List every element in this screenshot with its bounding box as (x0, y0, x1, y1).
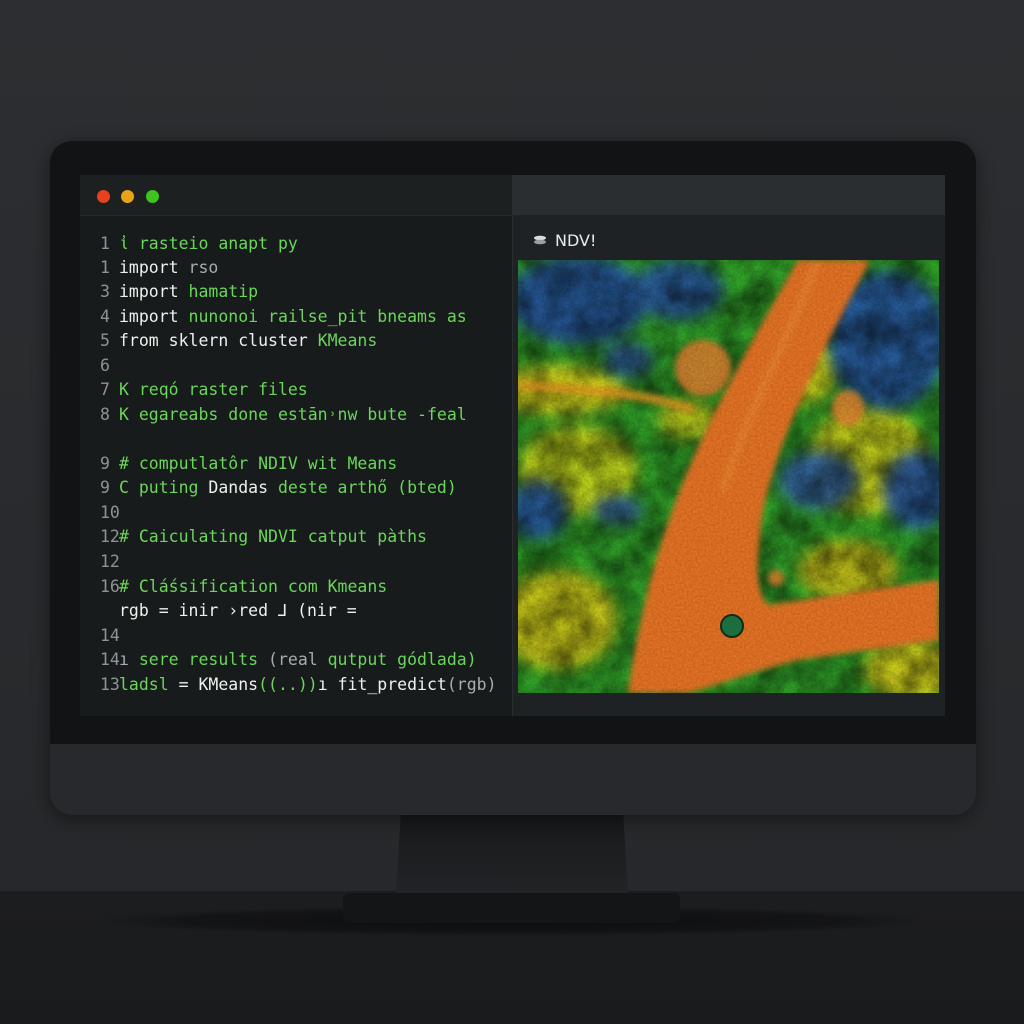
code-line[interactable]: 4 import nunonoi railse_pit bneams as (100, 306, 510, 328)
ndvi-viewer-panel: NDV! (513, 175, 945, 716)
code-token: = KMeans (178, 675, 259, 694)
code-line[interactable]: 8 K egareabs done estān˒nw bute -feal (100, 404, 510, 426)
code-token: qutput gódlada) (327, 650, 477, 669)
code-token: sere results (138, 650, 269, 669)
viewer-title-text: NDV! (555, 231, 597, 250)
code-token: (rgb) (446, 675, 497, 694)
code-token: ((..)) (258, 675, 318, 694)
monitor-chin (50, 744, 976, 815)
monitor-stand-neck (396, 815, 628, 897)
line-number: 1 (100, 258, 110, 277)
code-token: K egareabs done estān˒nw bute -feal (119, 405, 467, 424)
code-line[interactable]: 10 (100, 502, 510, 524)
ndvi-raster (518, 260, 939, 693)
minimize-window-button[interactable] (121, 190, 134, 203)
code-token: ladsl (119, 675, 179, 694)
code-line[interactable]: 12# Caiculating NDVI catput pàths (100, 526, 510, 548)
code-line[interactable]: 3 import hamatip (100, 281, 510, 303)
code-line[interactable]: 16# Cláśsification com Kmeans (100, 576, 510, 598)
code-token: KMeans (317, 331, 378, 350)
code-line[interactable]: 12 (100, 551, 510, 573)
code-line[interactable]: 6 (100, 355, 510, 377)
viewer-toolbar (513, 175, 945, 215)
line-number: 9 (100, 478, 110, 497)
code-token: # Caiculating NDVI (119, 527, 308, 546)
code-line[interactable]: rgb = inir ›red ⅃ (nir = (100, 600, 510, 622)
code-token: K reqó raster files (119, 380, 308, 399)
line-number: 3 (100, 282, 110, 301)
code-line[interactable]: 9 # computlatôr NDIV wit Means (100, 453, 510, 475)
code-token: # computlatôr NDIV wit Means (119, 454, 398, 473)
line-number: 12 (100, 527, 120, 546)
code-token: rgb = inir ›red ⅃ (nir = (119, 601, 357, 620)
line-number: 7 (100, 380, 110, 399)
code-token: ἰ rasteio anapt py (119, 234, 298, 253)
line-number: 13 (100, 675, 120, 694)
line-number: 14 (100, 626, 120, 645)
line-number: 1 (100, 234, 110, 253)
line-number: 4 (100, 307, 110, 326)
code-line[interactable]: 14ı sere results (real qutput gódlada) (100, 649, 510, 671)
code-line[interactable]: 13ladsl = KMeans((..))ı fit_predict(rgb) (100, 674, 510, 696)
code-token: hamatip (188, 282, 259, 301)
code-line[interactable]: 1 import rso (100, 257, 510, 279)
line-number: 6 (100, 356, 110, 375)
code-line[interactable]: 5 from sklern cluster KMeans (100, 330, 510, 352)
code-token: (real (268, 650, 328, 669)
editor-titlebar (80, 175, 512, 216)
monitor: 1 ἰ rasteio anapt py 1 import rso 3 import ha… (50, 141, 976, 815)
maximize-window-button[interactable] (146, 190, 159, 203)
code-token: ı fit_predict (317, 675, 447, 694)
code-token: import (119, 282, 189, 301)
code-line[interactable]: 7 K reqó raster files (100, 379, 510, 401)
code-token: import (119, 307, 189, 326)
code-token: nunonoi railse_pit bneams as (188, 307, 467, 326)
code-token: Dandas (208, 478, 278, 497)
line-number: 8 (100, 405, 110, 424)
line-number: 14 (100, 650, 120, 669)
line-number: 9 (100, 454, 110, 473)
code-token: C puting (119, 478, 209, 497)
code-token: # Cláśsification com Kmeans (119, 577, 388, 596)
layers-icon (534, 235, 546, 244)
line-number: 12 (100, 552, 120, 571)
screen: 1 ἰ rasteio anapt py 1 import rso 3 import ha… (80, 175, 945, 716)
line-number: 16 (100, 577, 120, 596)
line-number: 5 (100, 331, 110, 350)
code-token: rso (188, 258, 219, 277)
code-token: from sklern cluster (119, 331, 318, 350)
line-number: 10 (100, 503, 120, 522)
ndvi-map-image[interactable] (518, 260, 939, 693)
viewer-title: NDV! (533, 229, 596, 253)
code-token: import (119, 258, 189, 277)
close-window-button[interactable] (97, 190, 110, 203)
code-line[interactable]: 14 (100, 625, 510, 647)
code-token: catput pàths (307, 527, 427, 546)
code-line[interactable]: 1 ἰ rasteio anapt py (100, 233, 510, 255)
code-line[interactable]: 9 C puting Dandas deste arthő (bted) (100, 477, 510, 499)
monitor-stand-base (343, 893, 680, 923)
code-editor[interactable]: 1 ἰ rasteio anapt py 1 import rso 3 import ha… (80, 175, 513, 716)
code-token: ı (119, 650, 139, 669)
code-token: deste arthő (bted) (277, 478, 457, 497)
